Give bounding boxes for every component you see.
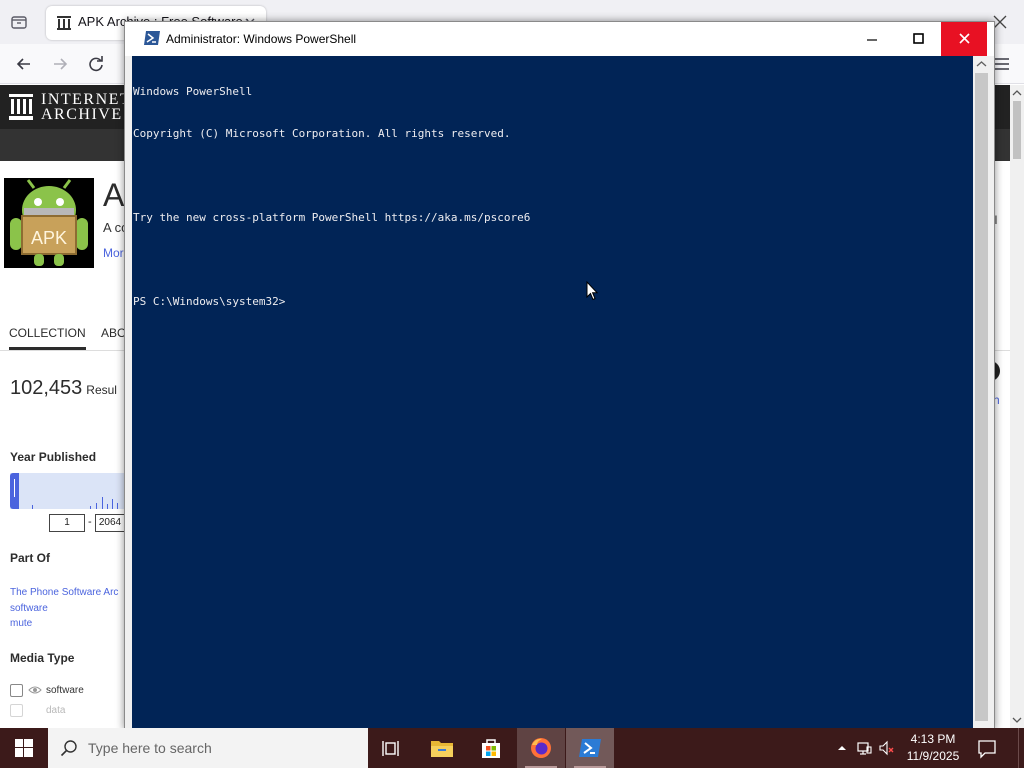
close-icon <box>959 33 970 44</box>
year-min-input[interactable]: 1 <box>49 514 85 532</box>
task-view-icon <box>382 741 399 756</box>
tab-list-icon <box>11 16 27 29</box>
logo-line-2: ARCHIVE <box>41 106 123 123</box>
logo-line-1: INTERNET <box>41 91 132 108</box>
media-type-software-checkbox[interactable] <box>10 684 23 697</box>
facet-part-of-title: Part Of <box>10 551 51 565</box>
internet-archive-logo-text[interactable]: INTERNET ARCHIVE <box>41 91 132 123</box>
file-explorer-icon <box>431 741 453 757</box>
tab-list-button[interactable] <box>6 10 32 34</box>
more-link[interactable]: Mor <box>103 246 124 260</box>
facet-media-type-title: Media Type <box>10 651 75 665</box>
file-explorer-button[interactable] <box>418 728 466 768</box>
task-view-button[interactable] <box>368 728 416 768</box>
powershell-window-title: Administrator: Windows PowerShell <box>166 32 357 46</box>
search-icon <box>60 740 77 757</box>
part-of-link-mute[interactable]: mute <box>10 618 32 629</box>
start-button[interactable] <box>0 728 48 768</box>
taskbar-clock[interactable]: 4:13 PM 11/9/2025 <box>900 731 966 765</box>
browser-scroll-thumb[interactable] <box>1013 101 1021 159</box>
scroll-down-arrow-icon[interactable] <box>1010 714 1024 726</box>
firefox-icon <box>531 738 551 758</box>
histogram-bars <box>14 479 118 509</box>
collection-title: A <box>103 177 125 213</box>
action-center-button[interactable] <box>972 728 1002 768</box>
browser-page-scrollbar[interactable] <box>1010 85 1024 728</box>
media-type-software-label: software <box>46 685 84 696</box>
back-button[interactable] <box>12 52 36 76</box>
reload-button[interactable] <box>84 52 108 76</box>
close-button[interactable] <box>941 22 987 56</box>
volume-muted-icon[interactable] <box>878 740 894 756</box>
internet-archive-favicon-icon <box>57 16 71 30</box>
scroll-up-arrow-icon[interactable] <box>973 56 990 73</box>
powershell-scroll-thumb[interactable] <box>975 73 988 721</box>
console-line: Windows PowerShell <box>133 85 253 98</box>
console-output: Windows PowerShell Copyright (C) Microso… <box>133 57 530 337</box>
powershell-app-icon[interactable] <box>144 31 160 45</box>
tab-about[interactable]: ABO <box>101 326 126 340</box>
console-line: Try the new cross-platform PowerShell ht… <box>133 211 531 224</box>
facet-year-published-title: Year Published <box>10 450 97 464</box>
results-label: Resul <box>86 383 117 397</box>
console-line: Copyright (C) Microsoft Corporation. All… <box>133 127 511 140</box>
results-count: 102,453 <box>10 377 83 399</box>
apk-collection-logo: APK <box>4 178 94 268</box>
minimize-button[interactable] <box>849 22 895 56</box>
search-placeholder: Type here to search <box>88 740 212 756</box>
eye-icon[interactable] <box>28 685 42 695</box>
android-apk-box-icon: APK <box>10 179 88 266</box>
notification-icon <box>978 740 996 759</box>
clock-time: 4:13 PM <box>910 732 956 746</box>
mouse-pointer-icon <box>586 281 598 301</box>
reload-icon <box>89 56 103 72</box>
windows-taskbar: Type here to search 4:13 PM 11/9/2025 <box>0 728 1024 768</box>
results-summary: 102,453 Resul <box>10 377 117 400</box>
media-type-data-checkbox[interactable] <box>10 704 23 717</box>
maximize-button[interactable] <box>895 22 941 56</box>
year-max-input[interactable]: 2064 <box>95 514 125 532</box>
maximize-icon <box>913 33 924 44</box>
powershell-console[interactable]: Windows PowerShell Copyright (C) Microso… <box>132 56 973 728</box>
part-of-link-phone-software[interactable]: The Phone Software Arc <box>10 587 118 598</box>
powershell-title-bar[interactable]: Administrator: Windows PowerShell <box>125 22 994 56</box>
clock-date: 11/9/2025 <box>906 749 960 763</box>
minimize-icon <box>867 39 877 41</box>
powershell-taskbar-button[interactable] <box>566 728 614 768</box>
microsoft-store-icon <box>482 739 500 758</box>
back-arrow-icon <box>16 58 30 70</box>
forward-arrow-icon <box>54 58 68 70</box>
year-histogram[interactable] <box>10 473 130 509</box>
console-prompt[interactable]: PS C:\Windows\system32> <box>133 295 530 309</box>
windows-logo-icon <box>15 739 33 757</box>
powershell-icon <box>579 739 601 757</box>
show-hidden-icons-chevron-icon[interactable] <box>834 740 850 756</box>
year-range-dash: - <box>88 516 92 528</box>
internet-archive-logo-icon[interactable] <box>9 94 33 120</box>
scroll-up-arrow-icon[interactable] <box>1010 87 1024 99</box>
forward-button[interactable] <box>48 52 72 76</box>
part-of-link-software[interactable]: software <box>10 603 48 614</box>
media-type-data-label: data <box>46 705 66 716</box>
taskbar-search-box[interactable]: Type here to search <box>48 728 368 768</box>
network-icon[interactable] <box>856 740 872 756</box>
powershell-window[interactable]: Administrator: Windows PowerShell Window… <box>124 21 995 730</box>
microsoft-store-button[interactable] <box>467 728 515 768</box>
powershell-scrollbar[interactable] <box>973 56 990 728</box>
firefox-button[interactable] <box>517 728 565 768</box>
tab-collection[interactable]: COLLECTION <box>9 326 86 350</box>
show-desktop-button[interactable] <box>1018 728 1024 768</box>
svg-text:APK: APK <box>31 228 67 248</box>
